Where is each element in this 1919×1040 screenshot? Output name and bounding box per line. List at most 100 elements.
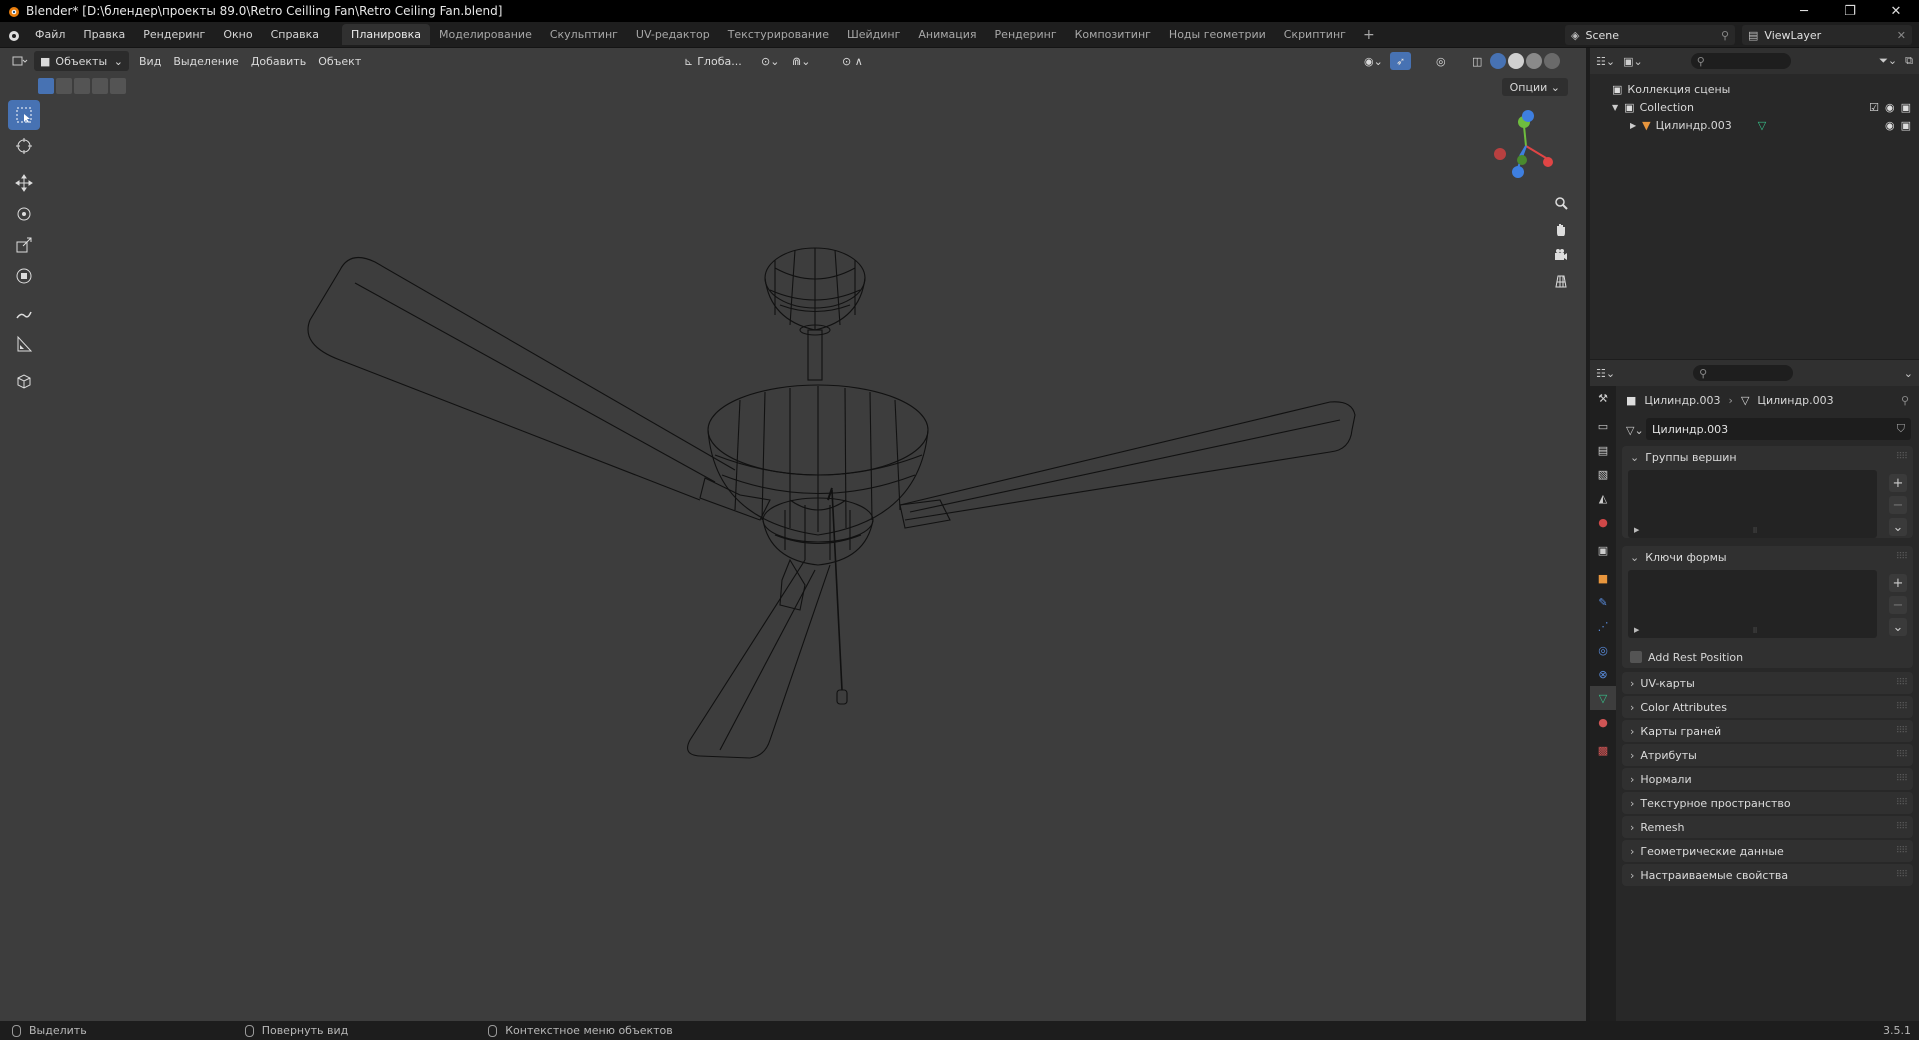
zoom-icon[interactable] (1548, 190, 1574, 216)
tab-object[interactable]: ■ (1590, 566, 1616, 590)
tab-view-layer[interactable]: ▧ (1590, 462, 1616, 486)
tab-geometry-nodes[interactable]: Ноды геометрии (1160, 24, 1275, 45)
tab-compositing[interactable]: Композитинг (1066, 24, 1160, 45)
gizmo-toggle[interactable]: ➶ (1390, 52, 1412, 70)
transform-orientation-dropdown[interactable]: ⊾ Глоба... (678, 51, 748, 71)
scene-selector[interactable]: ◈ Scene ⚲ (1565, 25, 1735, 45)
select-extend-icon[interactable] (56, 78, 72, 94)
tab-sculpting[interactable]: Скульптинг (541, 24, 627, 45)
scale-tool[interactable] (8, 230, 40, 260)
drag-handle-icon[interactable]: ⠿⠿ (1896, 552, 1908, 562)
tab-scene[interactable]: ◭ (1590, 486, 1616, 510)
add-cube-tool[interactable] (8, 366, 40, 396)
eye-icon[interactable]: ◉ (1885, 101, 1895, 114)
tab-rendering[interactable]: Рендеринг (986, 24, 1066, 45)
neg-x-axis-handle[interactable] (1494, 148, 1506, 160)
outliner-search-input[interactable]: ⚲ (1690, 53, 1791, 69)
tab-render[interactable]: ▭ (1590, 414, 1616, 438)
filter-icon[interactable]: ⏷⌄ (1879, 54, 1897, 68)
blender-menu-icon[interactable] (0, 22, 26, 48)
tab-material[interactable]: ● (1590, 710, 1616, 734)
expand-arrow-icon[interactable]: ▶ (1634, 626, 1639, 634)
drag-handle-icon[interactable]: ⠿⠿ (1896, 870, 1908, 880)
add-rest-position-option[interactable]: Add Rest Position (1622, 646, 1913, 668)
tab-world[interactable]: ● (1590, 510, 1616, 534)
ceiling-fan-wireframe[interactable] (290, 238, 1370, 798)
neg-z-axis-handle[interactable] (1512, 166, 1524, 178)
remove-vertex-group-button[interactable]: − (1889, 496, 1907, 514)
drag-handle-icon[interactable]: ⠿⠿ (1896, 750, 1908, 760)
collapsed-panel-header[interactable]: › Настраиваемые свойства ⠿⠿ (1622, 864, 1913, 886)
editor-type-icon[interactable]: ☷⌄ (1596, 367, 1615, 380)
select-invert-icon[interactable] (92, 78, 108, 94)
pin-icon[interactable]: ⚲ (1721, 29, 1729, 42)
annotate-tool[interactable] (8, 298, 40, 328)
navigation-gizmo[interactable] (1486, 106, 1566, 186)
tab-shading[interactable]: Шейдинг (838, 24, 909, 45)
3d-viewport[interactable]: ■ Объекты ⌄ Вид Выделение Добавить Объек… (0, 48, 1586, 1021)
tab-texture[interactable]: ▩ (1590, 738, 1616, 762)
tab-modifiers[interactable]: ✎ (1590, 590, 1616, 614)
collapsed-panel-header[interactable]: › Color Attributes ⠿⠿ (1622, 696, 1913, 718)
tab-modeling[interactable]: Моделирование (430, 24, 541, 45)
collapsed-panel-header[interactable]: › Геометрические данные ⠿⠿ (1622, 840, 1913, 862)
tab-physics[interactable]: ◎ (1590, 638, 1616, 662)
tab-texture-paint[interactable]: Текстурирование (719, 24, 838, 45)
drag-handle-icon[interactable]: ⠿⠿ (1896, 846, 1908, 856)
add-workspace-button[interactable]: + (1355, 27, 1383, 43)
resize-handle-icon[interactable]: ⠿ (1753, 627, 1758, 635)
maximize-button[interactable]: ❐ (1827, 0, 1873, 22)
outliner-row-object[interactable]: ▶ ▼ Цилиндр.003 ▽ ◉ ▣ (1590, 116, 1919, 134)
select-intersect-icon[interactable] (110, 78, 126, 94)
select-box-tool[interactable] (8, 100, 40, 130)
properties-search-input[interactable]: ⚲ (1693, 365, 1794, 381)
view-layer-selector[interactable]: ▤ ViewLayer ✕ (1742, 25, 1912, 45)
select-new-icon[interactable] (38, 78, 54, 94)
tab-uv-editing[interactable]: UV-редактор (627, 24, 719, 45)
camera-render-icon[interactable]: ▣ (1901, 119, 1911, 132)
snap-button[interactable]: ⋒⌄ (786, 51, 816, 71)
tab-tool[interactable]: ⚒ (1590, 386, 1616, 410)
wireframe-shading-button[interactable] (1490, 53, 1506, 69)
add-rest-position-checkbox[interactable] (1630, 651, 1642, 663)
shape-key-specials-button[interactable]: ⌄ (1889, 618, 1907, 636)
select-subtract-icon[interactable] (74, 78, 90, 94)
tab-data[interactable]: ▽ (1590, 686, 1616, 710)
menu-file[interactable]: Файл (26, 28, 74, 41)
shape-keys-header[interactable]: ⌄ Ключи формы ⠿⠿ (1622, 546, 1913, 568)
solid-shading-button[interactable] (1508, 53, 1524, 69)
collapsed-panel-header[interactable]: › Атрибуты ⠿⠿ (1622, 744, 1913, 766)
tab-layout[interactable]: Планировка (342, 24, 431, 45)
vertex-group-specials-button[interactable]: ⌄ (1889, 518, 1907, 536)
tab-constraints[interactable]: ⊗ (1590, 662, 1616, 686)
transform-tool[interactable] (8, 261, 40, 291)
camera-render-icon[interactable]: ▣ (1901, 101, 1911, 114)
measure-tool[interactable] (8, 329, 40, 359)
cursor-tool[interactable] (8, 131, 40, 161)
editor-type-icon[interactable]: ☷⌄ (1596, 55, 1615, 68)
remove-shape-key-button[interactable]: − (1889, 596, 1907, 614)
menu-object[interactable]: Объект (312, 51, 367, 71)
menu-view[interactable]: Вид (133, 51, 167, 71)
mesh-browse-icon[interactable]: ▽⌄ (1626, 424, 1644, 437)
outliner-row-scene-collection[interactable]: ▣ Коллекция сцены (1590, 80, 1919, 98)
menu-help[interactable]: Справка (262, 28, 328, 41)
expand-arrow-icon[interactable]: ▼ (1612, 103, 1618, 112)
mesh-datablock-field[interactable]: Цилиндр.003 ⛉ (1646, 418, 1911, 440)
grid-perspective-icon[interactable] (1548, 268, 1574, 294)
camera-icon[interactable] (1548, 242, 1574, 268)
close-button[interactable]: ✕ (1873, 0, 1919, 22)
menu-edit[interactable]: Правка (74, 28, 134, 41)
fake-user-shield-icon[interactable]: ⛉ (1897, 422, 1905, 436)
rotate-tool[interactable] (8, 199, 40, 229)
collapsed-panel-header[interactable]: › Карты граней ⠿⠿ (1622, 720, 1913, 742)
pan-hand-icon[interactable] (1548, 216, 1574, 242)
shape-keys-list[interactable]: ▶ ⠿ + − ⌄ (1628, 570, 1907, 638)
options-dropdown[interactable]: Опции ⌄ (1501, 78, 1568, 96)
exclude-checkbox-icon[interactable]: ☑ (1869, 101, 1879, 114)
menu-select[interactable]: Выделение (167, 51, 245, 71)
rendered-shading-button[interactable] (1544, 53, 1560, 69)
minimize-button[interactable]: ─ (1781, 0, 1827, 22)
tab-collection[interactable]: ▣ (1590, 538, 1616, 562)
neg-y-axis-handle[interactable] (1517, 155, 1527, 165)
